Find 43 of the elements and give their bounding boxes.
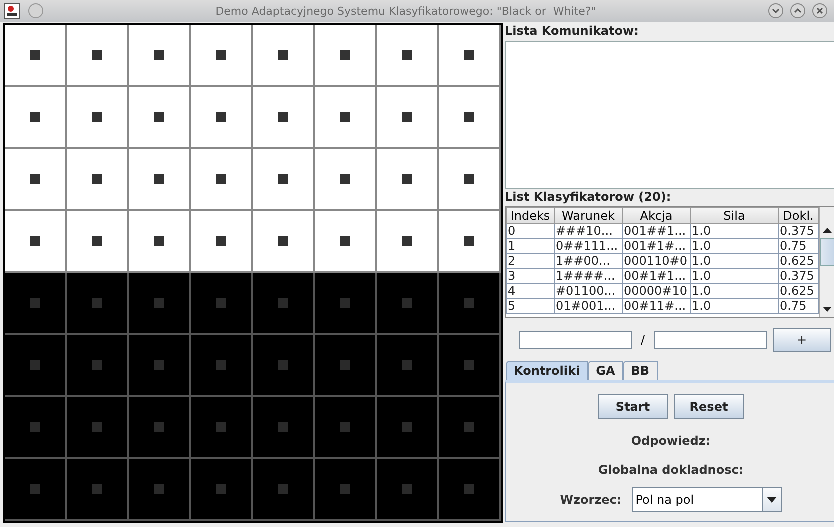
table-cell: 1 <box>506 238 554 254</box>
table-cell: 1##00... <box>554 254 622 268</box>
tab[interactable]: BB <box>623 361 658 380</box>
table-cell: 1.0 <box>690 254 778 268</box>
table-cell: 1####... <box>554 268 622 284</box>
table-cell: 000110#0 <box>622 254 690 268</box>
messages-label: Lista Komunikatow: <box>505 24 640 39</box>
table-cell: 1.0 <box>690 298 778 314</box>
add-button[interactable]: + <box>773 328 832 352</box>
table-cell: #01100... <box>554 284 622 298</box>
table-cell: 0 <box>506 224 554 238</box>
column-header[interactable]: Akcja <box>622 208 690 224</box>
table-cell: 01#001... <box>554 298 622 314</box>
tab[interactable]: Kontroliki <box>506 361 588 380</box>
table-cell: 4 <box>506 284 554 298</box>
reset-button[interactable]: Reset <box>674 394 744 419</box>
column-header[interactable]: Dokl. <box>778 208 818 224</box>
accuracy-label: Globalna dokladnosc: <box>598 463 744 477</box>
table-cell: 0##111... <box>554 238 622 254</box>
table-cell: 5 <box>506 298 554 314</box>
column-header[interactable]: Warunek <box>554 208 622 224</box>
answer-label: Odpowiedz: <box>631 434 711 448</box>
table-cell: 1.0 <box>690 224 778 238</box>
column-header[interactable]: Sila <box>690 208 778 224</box>
window-title: Demo Adaptacyjnego Systemu Klasyfikatorowego: "Black or White?" <box>214 4 598 18</box>
table-cell: 00#11#... <box>622 298 690 314</box>
table-cell: 2 <box>506 254 554 268</box>
pattern-dropdown[interactable]: Pol na pol <box>632 487 782 512</box>
table-cell: ###10... <box>554 224 622 238</box>
classifiers-label: List Klasyfikatorow (20): <box>505 190 672 205</box>
table-cell: 00000#10 <box>622 284 690 298</box>
tab[interactable]: GA <box>588 361 624 380</box>
table-cell: 1.0 <box>690 268 778 284</box>
separator-text: / <box>641 333 646 347</box>
table-cell: 001##1... <box>622 224 690 238</box>
pattern-label: Wzorzec: <box>560 492 622 506</box>
table-cell: 001#1#... <box>622 238 690 254</box>
start-button[interactable]: Start <box>598 394 668 419</box>
table-cell: 00#1#1... <box>622 268 690 284</box>
table-cell: 1.0 <box>690 284 778 298</box>
column-header[interactable]: Indeks <box>506 208 554 224</box>
table-cell: 3 <box>506 268 554 284</box>
table-cell: 1.0 <box>690 238 778 254</box>
